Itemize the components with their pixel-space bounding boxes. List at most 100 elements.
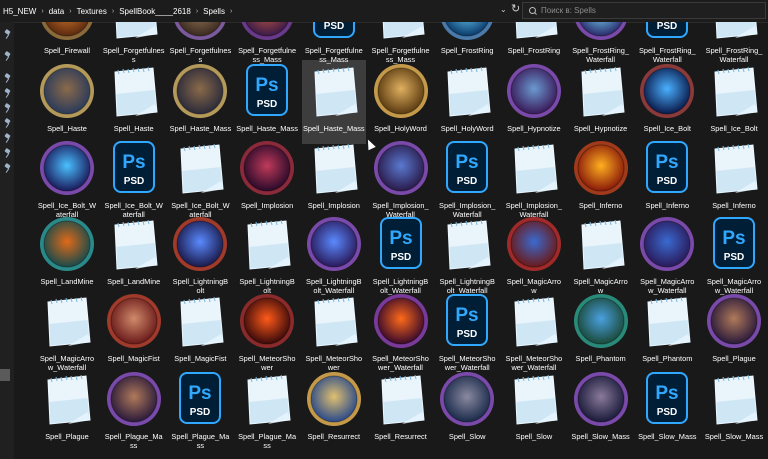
photoshop-psd-icon: Ps PSD bbox=[705, 215, 763, 273]
photoshop-psd-icon: Ps PSD bbox=[171, 370, 229, 428]
notepad-file-icon bbox=[238, 370, 296, 428]
file-item[interactable]: Spell_LightningB olt_Waterfall bbox=[435, 213, 499, 297]
svg-text:PSD: PSD bbox=[457, 176, 478, 187]
file-item[interactable]: Spell_Haste_Mass bbox=[301, 60, 366, 144]
chevron-down-icon[interactable]: ⌄ bbox=[500, 5, 507, 14]
svg-text:PSD: PSD bbox=[324, 22, 345, 32]
file-item[interactable]: Spell_MeteorSho wer bbox=[235, 290, 299, 374]
file-item[interactable]: Spell_Implosion bbox=[302, 137, 366, 221]
file-item[interactable]: Ps PSD Spell_LightningB olt_Waterfall bbox=[369, 213, 433, 297]
svg-text:PSD: PSD bbox=[657, 407, 678, 418]
file-item[interactable]: Spell_Inferno bbox=[702, 137, 766, 221]
search-box[interactable] bbox=[522, 2, 766, 19]
file-item[interactable]: Spell_Ice_Bolt_W aterfall bbox=[168, 137, 232, 221]
file-item[interactable]: Spell_Phantom bbox=[635, 290, 699, 374]
file-item[interactable]: Spell_Ice_Bolt_W aterfall bbox=[35, 137, 99, 221]
notepad-file-icon bbox=[105, 22, 163, 42]
file-item[interactable]: Spell_Hypnotize bbox=[569, 60, 633, 144]
file-item[interactable]: Spell_Slow_Mass bbox=[569, 368, 633, 452]
file-item[interactable]: Ps PSD Spell_Plague_Ma ss bbox=[168, 368, 232, 452]
file-name-label: Spell_Plague bbox=[712, 354, 756, 363]
notepad-file-icon bbox=[505, 139, 563, 197]
file-item[interactable]: Spell_LightningB olt bbox=[235, 213, 299, 297]
file-item[interactable]: Ps PSD Spell_Haste_Mass bbox=[235, 60, 299, 144]
file-item[interactable]: Ps PSD Spell_Implosion_ Waterfall bbox=[435, 137, 499, 221]
file-item[interactable]: Spell_LandMine bbox=[102, 213, 166, 297]
file-item[interactable]: Spell_LightningB olt bbox=[168, 213, 232, 297]
file-name-label: Spell_Haste bbox=[47, 124, 87, 133]
search-input[interactable] bbox=[541, 6, 741, 15]
breadcrumb-item-spellbook[interactable]: SpellBook____2618 bbox=[116, 7, 194, 16]
file-name-label: Spell_Plague bbox=[45, 432, 89, 441]
file-name-label: Spell_Inferno bbox=[645, 201, 690, 210]
file-name-label: Spell_MagicFist bbox=[174, 354, 227, 363]
file-item[interactable]: Spell_Resurrect bbox=[302, 368, 366, 452]
breadcrumb-item-textures[interactable]: Textures bbox=[74, 7, 110, 16]
file-item[interactable]: Spell_Hypnotize bbox=[502, 60, 566, 144]
svg-text:PSD: PSD bbox=[257, 99, 278, 110]
file-item[interactable]: Spell_Plague_Ma ss bbox=[102, 368, 166, 452]
file-item[interactable]: Spell_MagicArro w_Waterfall bbox=[635, 213, 699, 297]
file-item[interactable]: Spell_Slow_Mass bbox=[702, 368, 766, 452]
file-item[interactable]: Spell_Resurrect bbox=[369, 368, 433, 452]
file-item[interactable]: Spell_Haste bbox=[102, 60, 166, 144]
spell-icon bbox=[105, 370, 163, 428]
notepad-file-icon bbox=[572, 215, 630, 273]
file-item[interactable]: Spell_MeteorSho wer_Waterfall bbox=[369, 290, 433, 374]
file-item[interactable]: Spell_Slow bbox=[502, 368, 566, 452]
file-item[interactable]: Spell_LightningB olt_Waterfall bbox=[302, 213, 366, 297]
file-item[interactable]: Spell_MagicArro w_Waterfall bbox=[35, 290, 99, 374]
spell-icon bbox=[38, 215, 96, 273]
file-name-label: Spell_Phantom bbox=[575, 354, 626, 363]
spell-icon bbox=[171, 215, 229, 273]
file-item[interactable]: Spell_MeteorSho wer bbox=[302, 290, 366, 374]
file-name-label: Spell_FrostRing bbox=[507, 46, 561, 55]
file-item[interactable]: Spell_Haste_Mass bbox=[168, 60, 232, 144]
breadcrumb-item-h5-new[interactable]: H5_NEW bbox=[0, 7, 39, 16]
file-item[interactable]: Spell_Implosion_ Waterfall bbox=[369, 137, 433, 221]
spell-icon bbox=[305, 370, 363, 428]
file-item[interactable]: Ps PSD Spell_Ice_Bolt_W aterfall bbox=[102, 137, 166, 221]
notepad-file-icon bbox=[238, 215, 296, 273]
file-item[interactable]: Spell_MagicArro w bbox=[502, 213, 566, 297]
file-item[interactable]: Spell_MagicFist bbox=[102, 290, 166, 374]
file-item[interactable]: Ps PSD Spell_MeteorSho wer_Waterfall bbox=[435, 290, 499, 374]
file-name-label: Spell_Haste_Mass bbox=[302, 124, 365, 133]
file-item[interactable]: Spell_Ice_Bolt bbox=[702, 60, 766, 144]
notepad-file-icon bbox=[505, 22, 563, 42]
file-item[interactable]: Ps PSD Spell_Slow_Mass bbox=[635, 368, 699, 452]
file-item[interactable]: Spell_Slow bbox=[435, 368, 499, 452]
file-item[interactable]: Spell_Implosion bbox=[235, 137, 299, 221]
file-item[interactable]: Spell_Inferno bbox=[569, 137, 633, 221]
file-item[interactable]: Spell_MagicArro w bbox=[569, 213, 633, 297]
breadcrumb-item-data[interactable]: data bbox=[46, 7, 68, 16]
spell-icon bbox=[38, 22, 96, 42]
file-name-label: Spell_HolyWord bbox=[440, 124, 494, 133]
file-item[interactable]: Spell_Haste bbox=[35, 60, 99, 144]
spell-icon bbox=[638, 62, 696, 120]
svg-text:Ps: Ps bbox=[722, 228, 745, 249]
file-item[interactable]: Spell_Plague bbox=[702, 290, 766, 374]
file-item[interactable]: Ps PSD Spell_Inferno bbox=[635, 137, 699, 221]
spell-icon bbox=[572, 370, 630, 428]
photoshop-psd-icon: Ps PSD bbox=[105, 139, 163, 197]
breadcrumb-item-spells[interactable]: Spells bbox=[200, 7, 228, 16]
file-item[interactable]: Spell_Plague_Ma ss bbox=[235, 368, 299, 452]
file-name-label: Spell_Implosion bbox=[307, 201, 360, 210]
file-item[interactable]: Spell_Phantom bbox=[569, 290, 633, 374]
svg-text:PSD: PSD bbox=[390, 252, 411, 263]
svg-text:PSD: PSD bbox=[724, 252, 745, 263]
file-item[interactable]: Spell_HolyWord bbox=[369, 60, 433, 144]
file-item[interactable]: Spell_HolyWord bbox=[435, 60, 499, 144]
file-item[interactable]: Spell_MagicFist bbox=[168, 290, 232, 374]
chevron-right-icon[interactable]: › bbox=[228, 8, 234, 15]
file-name-label: Spell_HolyWord bbox=[374, 124, 427, 133]
file-item[interactable]: Spell_LandMine bbox=[35, 213, 99, 297]
file-item[interactable]: Spell_MeteorSho wer_Waterfall bbox=[502, 290, 566, 374]
file-item[interactable]: Spell_Implosion_ Waterfall bbox=[502, 137, 566, 221]
file-item[interactable]: Spell_Ice_Bolt bbox=[635, 60, 699, 144]
file-item[interactable]: Ps PSD Spell_MagicArro w_Waterfall bbox=[702, 213, 766, 297]
file-name-label: Spell_Slow_Mass bbox=[638, 432, 697, 441]
file-item[interactable]: Spell_Plague bbox=[35, 368, 99, 452]
refresh-icon[interactable]: ↻ bbox=[511, 4, 520, 15]
